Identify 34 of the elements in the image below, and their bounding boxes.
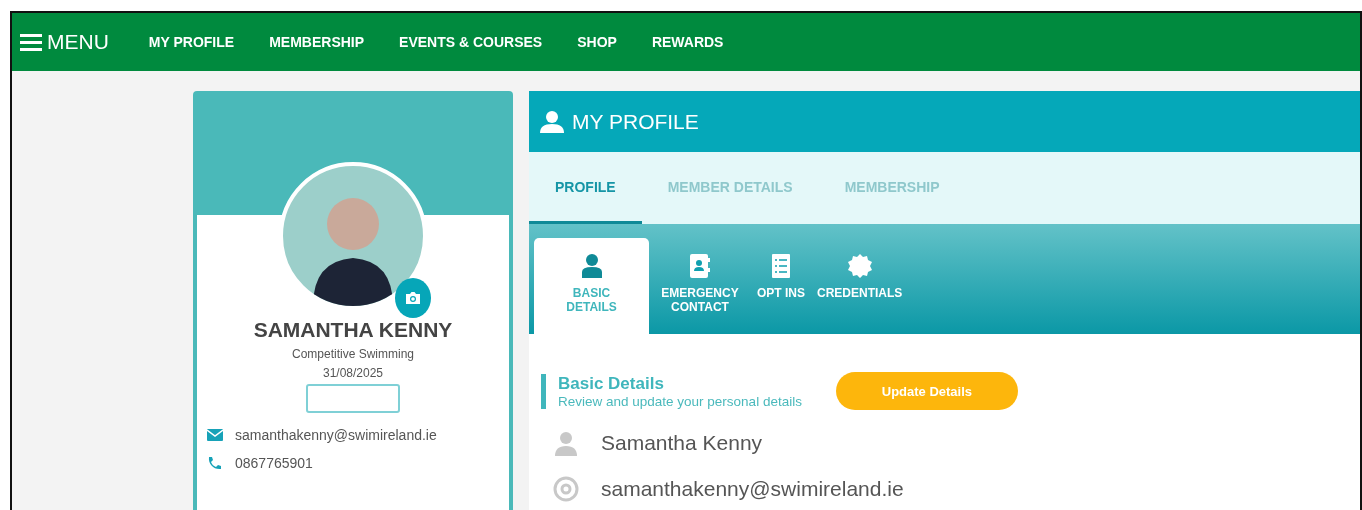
- phone-icon: [207, 455, 223, 471]
- address-book-icon: [690, 254, 710, 278]
- discipline-text: Competitive Swimming: [291, 347, 414, 361]
- subtab[interactable]: CREDENTIALS: [811, 238, 909, 334]
- nav-link[interactable]: MY PROFILE: [148, 34, 235, 50]
- date-text: 31/08/2025: [322, 366, 384, 380]
- camera-icon: [405, 291, 421, 305]
- checklist-icon: [772, 254, 790, 278]
- nav-link[interactable]: SHOP: [577, 34, 617, 50]
- nav-link[interactable]: REWARDS: [651, 34, 724, 50]
- panel-title: MY PROFILE: [572, 109, 699, 134]
- menu-button[interactable]: MENU: [20, 30, 109, 54]
- nav-link[interactable]: EVENTS & COURSES: [399, 34, 543, 50]
- field-value: Samantha Kenny: [601, 431, 763, 455]
- menu-icon: [20, 33, 42, 51]
- section-title: Basic Details: [558, 373, 665, 394]
- update-details-button[interactable]: Update Details: [835, 372, 1018, 410]
- field-value: samanthakenny@swimireland.ie: [601, 477, 904, 501]
- subtab[interactable]: BASIC DETAILS: [534, 238, 649, 334]
- badge-icon: [847, 254, 872, 278]
- person-icon: [553, 430, 579, 456]
- nav-link[interactable]: MEMBERSHIP: [269, 34, 365, 50]
- camera-button[interactable]: [395, 278, 431, 318]
- envelope-icon: [207, 429, 223, 441]
- tab[interactable]: MEMBER DETAILS: [641, 152, 819, 224]
- section-subtitle: Review and update your personal details: [558, 393, 802, 409]
- tab[interactable]: MEMBERSHIP: [818, 152, 966, 224]
- person-icon: [581, 254, 602, 278]
- person-icon: [540, 110, 564, 133]
- email-text: samanthakenny@swimireland.ie: [235, 427, 437, 443]
- subtab[interactable]: OPT INS: [751, 238, 811, 334]
- phone-text: 0867765901: [235, 455, 313, 471]
- profile-name: SAMANTHA KENNY: [253, 318, 453, 342]
- subtab[interactable]: EMERGENCY CONTACT: [649, 238, 751, 334]
